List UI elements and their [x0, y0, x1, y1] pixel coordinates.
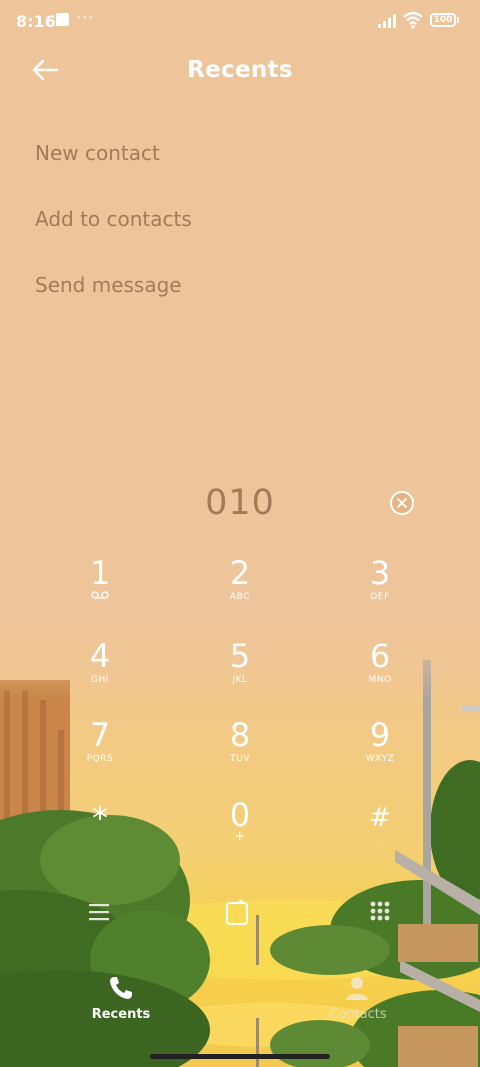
clear-number-icon[interactable] [390, 491, 414, 515]
key-letters: DEF [370, 592, 390, 602]
key-1[interactable]: 1 [50, 555, 150, 625]
key-letters: PQRS [86, 754, 114, 764]
key-9[interactable]: 9 WXYZ [330, 717, 430, 787]
battery-icon: 100 [430, 13, 456, 27]
menu-icon[interactable] [88, 902, 110, 922]
nav-contacts-label: Contacts [329, 1007, 387, 1022]
key-star[interactable]: * [50, 800, 150, 870]
sim-call-icon[interactable] [225, 900, 249, 926]
key-letters: WXYZ [365, 754, 395, 764]
key-digit: 2 [229, 554, 251, 592]
more-notifications-icon: ··· [76, 8, 95, 27]
battery-level: 100 [433, 15, 453, 25]
status-time: 8:16 [16, 12, 56, 31]
key-3[interactable]: 3 DEF [330, 555, 430, 625]
add-to-contacts-option[interactable]: Add to contacts [35, 207, 192, 231]
status-bar: 8:16 ··· 100 [0, 0, 480, 44]
nav-recents-label: Recents [91, 1007, 151, 1022]
key-letters: MNO [368, 675, 392, 685]
page-title: Recents [187, 57, 293, 83]
home-indicator[interactable] [150, 1054, 330, 1059]
key-7[interactable]: 7 PQRS [50, 717, 150, 787]
dialpad-icon[interactable] [369, 900, 391, 922]
key-8[interactable]: 8 TUV [190, 717, 290, 787]
key-hash[interactable]: # [330, 800, 430, 870]
key-digit: * [92, 799, 108, 837]
key-digit: 4 [89, 637, 111, 675]
key-4[interactable]: 4 GHI [50, 638, 150, 708]
key-0[interactable]: 0 + [190, 797, 290, 867]
battery-tip [457, 17, 459, 23]
cellular-signal-icon [378, 14, 396, 28]
key-digit: 9 [369, 716, 391, 754]
phone-icon [110, 977, 132, 999]
key-letters: ABC [230, 592, 250, 602]
contact-person-icon [346, 977, 368, 1000]
key-digit: 5 [229, 637, 251, 675]
key-digit: 8 [229, 716, 251, 754]
key-2[interactable]: 2 ABC [190, 555, 290, 625]
send-message-option[interactable]: Send message [35, 273, 182, 297]
wifi-icon [403, 11, 423, 29]
key-digit: # [369, 803, 391, 833]
key-digit: 1 [89, 554, 111, 592]
key-letters: JKL [232, 675, 248, 685]
new-contact-option[interactable]: New contact [35, 141, 160, 165]
notification-icon [56, 13, 69, 26]
key-digit: 6 [369, 637, 391, 675]
key-5[interactable]: 5 JKL [190, 638, 290, 708]
key-letters: + [234, 829, 246, 844]
key-letters: TUV [230, 754, 250, 764]
key-digit: 0 [229, 796, 251, 834]
key-digit: 3 [369, 554, 391, 592]
key-digit: 7 [89, 716, 111, 754]
key-letters: GHI [91, 675, 109, 685]
key-6[interactable]: 6 MNO [330, 638, 430, 708]
voicemail-icon [91, 591, 109, 599]
